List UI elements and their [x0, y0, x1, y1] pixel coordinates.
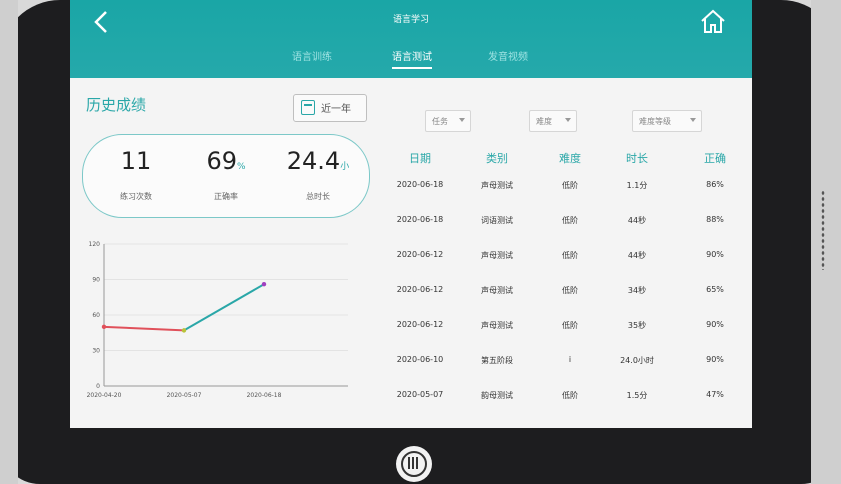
table-cell-category: 声母测试 — [481, 251, 513, 260]
table-cell-category: 声母测试 — [481, 286, 513, 295]
page-title: 语言学习 — [392, 15, 429, 25]
app-screen: 语言学习 语言训练 语言测试 发音视频 历史成绩 近一年 11 练习次数 69%… — [70, 0, 752, 428]
table-cell-date: 2020-06-10 — [396, 355, 444, 364]
x-tick-label: 2020-05-07 — [167, 392, 202, 399]
chevron-down-icon — [459, 118, 465, 122]
y-tick-label: 60 — [92, 312, 100, 319]
table-cell-level: 低阶 — [562, 321, 578, 330]
table-row[interactable]: 2020-06-12 声母测试 低阶 35秒 90% — [385, 320, 752, 355]
table-cell-level: 低阶 — [562, 216, 578, 225]
table-cell-correct: 47% — [706, 390, 724, 399]
data-point — [261, 282, 267, 287]
table-cell-category: 声母测试 — [481, 321, 513, 330]
y-tick-label: 120 — [89, 241, 101, 248]
data-point — [181, 328, 187, 333]
table-cell-level: 低阶 — [562, 181, 578, 190]
device-home-button[interactable] — [396, 446, 432, 482]
table-cell-date: 2020-05-07 — [396, 390, 444, 399]
tab-pronunciation-video[interactable]: 发音视频 — [488, 48, 528, 63]
tab-language-test[interactable]: 语言测试 — [392, 48, 432, 69]
column-header: 日期 — [409, 152, 431, 165]
wall-right — [811, 0, 841, 484]
table-cell-duration: 34秒 — [627, 286, 647, 295]
history-title: 历史成绩 — [86, 96, 147, 114]
filter-difficulty[interactable]: 难度 — [529, 110, 577, 132]
history-line-chart: 0 30 60 90 120 2020-04-20 2020-05-07 2020-06-18 — [87, 241, 348, 399]
y-tick-label: 90 — [92, 277, 100, 284]
table-cell-correct: 90% — [706, 250, 724, 259]
table-cell-level: 低阶 — [562, 251, 578, 260]
chevron-down-icon — [690, 118, 696, 122]
table-cell-duration: 35秒 — [627, 321, 647, 330]
table-cell-duration: 24.0小时 — [620, 356, 654, 365]
table-cell-category: 韵母测试 — [481, 391, 513, 400]
y-tick-label: 30 — [92, 348, 100, 355]
table-cell-correct: 86% — [706, 180, 724, 189]
header-bar: 语言学习 语言训练 语言测试 发音视频 — [70, 0, 752, 78]
speaker-grille — [821, 190, 825, 270]
series-line-segment — [183, 283, 265, 332]
table-cell-correct: 90% — [706, 355, 724, 364]
column-header: 正确 — [704, 152, 726, 165]
table-cell-category: 声母测试 — [481, 181, 513, 190]
table-cell-duration: 44秒 — [627, 251, 647, 260]
table-cell-date: 2020-06-18 — [396, 180, 444, 189]
table-cell-level: 低阶 — [562, 286, 578, 295]
x-tick-label: 2020-06-18 — [247, 392, 282, 399]
column-header: 类别 — [486, 152, 508, 165]
table-cell-date: 2020-06-12 — [396, 285, 444, 294]
table-cell-level: i — [568, 355, 572, 364]
table-cell-duration: 1.5分 — [626, 391, 648, 400]
table-row[interactable]: 2020-06-10 第五阶段 i 24.0小时 90% — [385, 355, 752, 390]
column-header: 难度 — [559, 152, 581, 165]
tab-language-training[interactable]: 语言训练 — [292, 48, 332, 63]
date-range-button[interactable]: 近一年 — [293, 94, 367, 122]
stat-practice-count: 11 练习次数 — [120, 147, 152, 201]
table-cell-correct: 65% — [706, 285, 724, 294]
table-row[interactable]: 2020-06-18 声母测试 低阶 1.1分 86% — [385, 180, 752, 215]
stats-summary: 11 练习次数 69% 正确率 24.4小 总时长 — [82, 134, 370, 218]
table-cell-correct: 88% — [706, 215, 724, 224]
calendar-icon — [301, 100, 315, 115]
filter-task[interactable]: 任务 — [425, 110, 471, 132]
column-header: 时长 — [626, 152, 648, 165]
table-cell-category: 词语测试 — [481, 216, 513, 225]
stat-accuracy: 69% 正确率 — [206, 147, 246, 201]
table-cell-date: 2020-06-12 — [396, 250, 444, 259]
table-row[interactable]: 2020-06-18 词语测试 低阶 44秒 88% — [385, 215, 752, 250]
table-row[interactable]: 2020-06-12 声母测试 低阶 44秒 90% — [385, 250, 752, 285]
table-cell-correct: 90% — [706, 320, 724, 329]
table-cell-duration: 44秒 — [627, 216, 647, 225]
tab-bar: 语言训练 语言测试 发音视频 — [70, 48, 752, 72]
table-cell-category: 第五阶段 — [481, 356, 513, 365]
table-cell-date: 2020-06-12 — [396, 320, 444, 329]
table-cell-level: 低阶 — [562, 391, 578, 400]
table-cell-duration: 1.1分 — [626, 181, 648, 190]
series-line-segment — [103, 325, 185, 332]
filter-difficulty-level[interactable]: 难度等级 — [632, 110, 702, 132]
wall-left — [0, 0, 18, 484]
home-icon[interactable] — [698, 6, 728, 36]
y-tick-label: 0 — [96, 383, 100, 390]
table-row[interactable]: 2020-06-12 声母测试 低阶 34秒 65% — [385, 285, 752, 320]
date-range-label: 近一年 — [321, 104, 351, 115]
stat-total-duration: 24.4小 总时长 — [286, 147, 350, 201]
x-tick-label: 2020-04-20 — [87, 392, 122, 399]
data-point — [101, 324, 107, 330]
table-row[interactable]: 2020-05-07 韵母测试 低阶 1.5分 47% — [385, 390, 752, 425]
table-cell-date: 2020-06-18 — [396, 215, 444, 224]
chevron-down-icon — [565, 118, 571, 122]
